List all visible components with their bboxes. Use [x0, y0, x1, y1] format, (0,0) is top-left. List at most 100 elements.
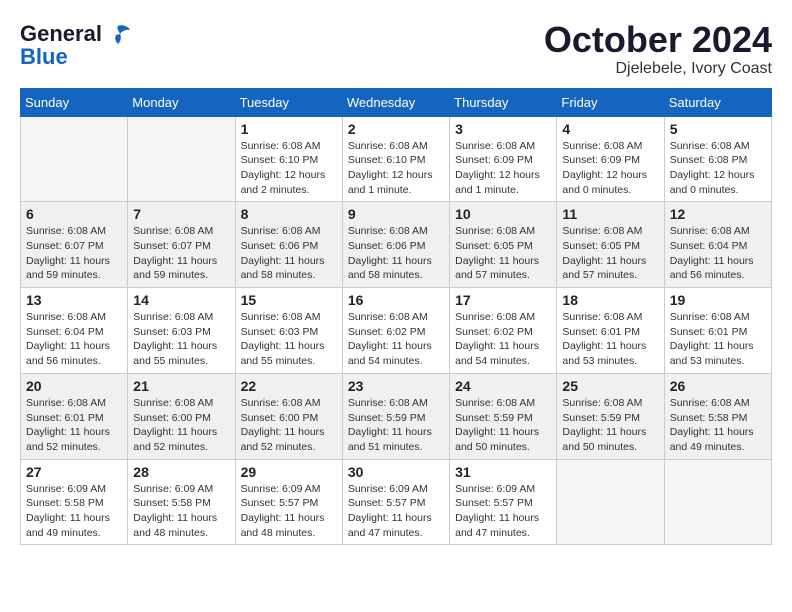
- calendar-cell: 8Sunrise: 6:08 AMSunset: 6:06 PMDaylight…: [235, 202, 342, 288]
- calendar-cell: [21, 116, 128, 202]
- day-number: 3: [455, 121, 551, 137]
- calendar-cell: 4 Sunrise: 6:08 AMSunset: 6:09 PMDaylight…: [557, 116, 664, 202]
- calendar-cell: [128, 116, 235, 202]
- day-info: Sunrise: 6:08 AMSunset: 6:04 PMDaylight:…: [670, 224, 766, 283]
- day-number: 29: [241, 464, 337, 480]
- calendar-cell: 15 Sunrise: 6:08 AMSunset: 6:03 PMDayligh…: [235, 288, 342, 374]
- day-info: Sunrise: 6:09 AMSunset: 5:58 PMDaylight:…: [133, 482, 229, 541]
- calendar-cell: 22 Sunrise: 6:08 AMSunset: 6:00 PMDayligh…: [235, 373, 342, 459]
- day-number: 17: [455, 292, 551, 308]
- calendar-cell: 16Sunrise: 6:08 AMSunset: 6:02 PMDayligh…: [342, 288, 449, 374]
- location-subtitle: Djelebele, Ivory Coast: [544, 60, 772, 78]
- col-sunday: Sunday: [21, 88, 128, 116]
- day-info: Sunrise: 6:08 AMSunset: 6:03 PMDaylight:…: [241, 310, 337, 369]
- day-info: Sunrise: 6:09 AMSunset: 5:57 PMDaylight:…: [455, 482, 551, 541]
- calendar-cell: 27 Sunrise: 6:09 AMSunset: 5:58 PMDayligh…: [21, 459, 128, 545]
- day-info: Sunrise: 6:09 AMSunset: 5:58 PMDaylight:…: [26, 482, 122, 541]
- day-info: Sunrise: 6:08 AMSunset: 6:05 PMDaylight:…: [562, 224, 658, 283]
- calendar-cell: 2Sunrise: 6:08 AMSunset: 6:10 PMDaylight…: [342, 116, 449, 202]
- day-info: Sunrise: 6:08 AMSunset: 6:01 PMDaylight:…: [562, 310, 658, 369]
- day-info: Sunrise: 6:08 AMSunset: 6:01 PMDaylight:…: [670, 310, 766, 369]
- day-info: Sunrise: 6:08 AMSunset: 5:59 PMDaylight:…: [348, 396, 444, 455]
- day-number: 30: [348, 464, 444, 480]
- day-number: 24: [455, 378, 551, 394]
- calendar-cell: 11 Sunrise: 6:08 AMSunset: 6:05 PMDayligh…: [557, 202, 664, 288]
- day-info: Sunrise: 6:08 AMSunset: 6:09 PMDaylight:…: [455, 139, 551, 198]
- logo-bird-icon: [104, 20, 132, 48]
- day-number: 12: [670, 206, 766, 222]
- calendar-cell: 12 Sunrise: 6:08 AMSunset: 6:04 PMDayligh…: [664, 202, 771, 288]
- col-thursday: Thursday: [450, 88, 557, 116]
- calendar-cell: 6Sunrise: 6:08 AMSunset: 6:07 PMDaylight…: [21, 202, 128, 288]
- day-info: Sunrise: 6:09 AMSunset: 5:57 PMDaylight:…: [348, 482, 444, 541]
- calendar-cell: [557, 459, 664, 545]
- day-info: Sunrise: 6:08 AMSunset: 6:09 PMDaylight:…: [562, 139, 658, 198]
- day-number: 20: [26, 378, 122, 394]
- col-saturday: Saturday: [664, 88, 771, 116]
- calendar-cell: 18 Sunrise: 6:08 AMSunset: 6:01 PMDayligh…: [557, 288, 664, 374]
- day-info: Sunrise: 6:08 AMSunset: 6:10 PMDaylight:…: [348, 139, 444, 198]
- calendar-cell: 20 Sunrise: 6:08 AMSunset: 6:01 PMDayligh…: [21, 373, 128, 459]
- day-number: 19: [670, 292, 766, 308]
- day-number: 23: [348, 378, 444, 394]
- day-number: 6: [26, 206, 122, 222]
- day-number: 22: [241, 378, 337, 394]
- day-number: 4: [562, 121, 658, 137]
- calendar-cell: 30 Sunrise: 6:09 AMSunset: 5:57 PMDayligh…: [342, 459, 449, 545]
- calendar-cell: 24 Sunrise: 6:08 AMSunset: 5:59 PMDayligh…: [450, 373, 557, 459]
- day-number: 14: [133, 292, 229, 308]
- day-info: Sunrise: 6:08 AMSunset: 6:06 PMDaylight:…: [348, 224, 444, 283]
- day-info: Sunrise: 6:08 AMSunset: 6:07 PMDaylight:…: [133, 224, 229, 283]
- day-info: Sunrise: 6:08 AMSunset: 5:59 PMDaylight:…: [455, 396, 551, 455]
- calendar-cell: 10Sunrise: 6:08 AMSunset: 6:05 PMDayligh…: [450, 202, 557, 288]
- day-info: Sunrise: 6:08 AMSunset: 6:02 PMDaylight:…: [348, 310, 444, 369]
- calendar-cell: 1 Sunrise: 6:08 AMSunset: 6:10 PMDaylight…: [235, 116, 342, 202]
- page-header: General Blue October 2024 Djelebele, Ivo…: [20, 20, 772, 78]
- day-info: Sunrise: 6:08 AMSunset: 6:01 PMDaylight:…: [26, 396, 122, 455]
- day-info: Sunrise: 6:08 AMSunset: 6:00 PMDaylight:…: [133, 396, 229, 455]
- day-info: Sunrise: 6:09 AMSunset: 5:57 PMDaylight:…: [241, 482, 337, 541]
- calendar-week-row: 20 Sunrise: 6:08 AMSunset: 6:01 PMDayligh…: [21, 373, 772, 459]
- day-info: Sunrise: 6:08 AMSunset: 6:08 PMDaylight:…: [670, 139, 766, 198]
- day-number: 18: [562, 292, 658, 308]
- calendar-cell: [664, 459, 771, 545]
- day-number: 25: [562, 378, 658, 394]
- calendar-cell: 17 Sunrise: 6:08 AMSunset: 6:02 PMDayligh…: [450, 288, 557, 374]
- calendar-cell: 23 Sunrise: 6:08 AMSunset: 5:59 PMDayligh…: [342, 373, 449, 459]
- day-number: 13: [26, 292, 122, 308]
- calendar-cell: 25 Sunrise: 6:08 AMSunset: 5:59 PMDayligh…: [557, 373, 664, 459]
- day-info: Sunrise: 6:08 AMSunset: 6:10 PMDaylight:…: [241, 139, 337, 198]
- calendar-cell: 9 Sunrise: 6:08 AMSunset: 6:06 PMDaylight…: [342, 202, 449, 288]
- col-wednesday: Wednesday: [342, 88, 449, 116]
- calendar-cell: 21 Sunrise: 6:08 AMSunset: 6:00 PMDayligh…: [128, 373, 235, 459]
- calendar-week-row: 27 Sunrise: 6:09 AMSunset: 5:58 PMDayligh…: [21, 459, 772, 545]
- day-number: 5: [670, 121, 766, 137]
- day-number: 27: [26, 464, 122, 480]
- day-number: 11: [562, 206, 658, 222]
- calendar-cell: 5 Sunrise: 6:08 AMSunset: 6:08 PMDaylight…: [664, 116, 771, 202]
- day-info: Sunrise: 6:08 AMSunset: 5:59 PMDaylight:…: [562, 396, 658, 455]
- day-number: 1: [241, 121, 337, 137]
- day-info: Sunrise: 6:08 AMSunset: 5:58 PMDaylight:…: [670, 396, 766, 455]
- day-number: 15: [241, 292, 337, 308]
- calendar-cell: 13Sunrise: 6:08 AMSunset: 6:04 PMDayligh…: [21, 288, 128, 374]
- logo: General Blue: [20, 20, 132, 70]
- calendar-week-row: 6 Sunrise: 6:08 AMSunset: 6:07 PMDaylight…: [21, 202, 772, 288]
- title-section: October 2024 Djelebele, Ivory Coast: [544, 20, 772, 78]
- calendar-cell: 31 Sunrise: 6:09 AMSunset: 5:57 PMDayligh…: [450, 459, 557, 545]
- day-number: 31: [455, 464, 551, 480]
- calendar-header-row: Sunday Monday Tuesday Wednesday Thursday…: [21, 88, 772, 116]
- month-title: October 2024: [544, 20, 772, 60]
- calendar-cell: 7Sunrise: 6:08 AMSunset: 6:07 PMDaylight…: [128, 202, 235, 288]
- day-number: 9: [348, 206, 444, 222]
- day-info: Sunrise: 6:08 AMSunset: 6:02 PMDaylight:…: [455, 310, 551, 369]
- col-monday: Monday: [128, 88, 235, 116]
- day-number: 26: [670, 378, 766, 394]
- calendar-cell: 3 Sunrise: 6:08 AMSunset: 6:09 PMDaylight…: [450, 116, 557, 202]
- day-info: Sunrise: 6:08 AMSunset: 6:06 PMDaylight:…: [241, 224, 337, 283]
- col-friday: Friday: [557, 88, 664, 116]
- day-info: Sunrise: 6:08 AMSunset: 6:00 PMDaylight:…: [241, 396, 337, 455]
- calendar-cell: 29 Sunrise: 6:09 AMSunset: 5:57 PMDayligh…: [235, 459, 342, 545]
- day-number: 28: [133, 464, 229, 480]
- day-number: 21: [133, 378, 229, 394]
